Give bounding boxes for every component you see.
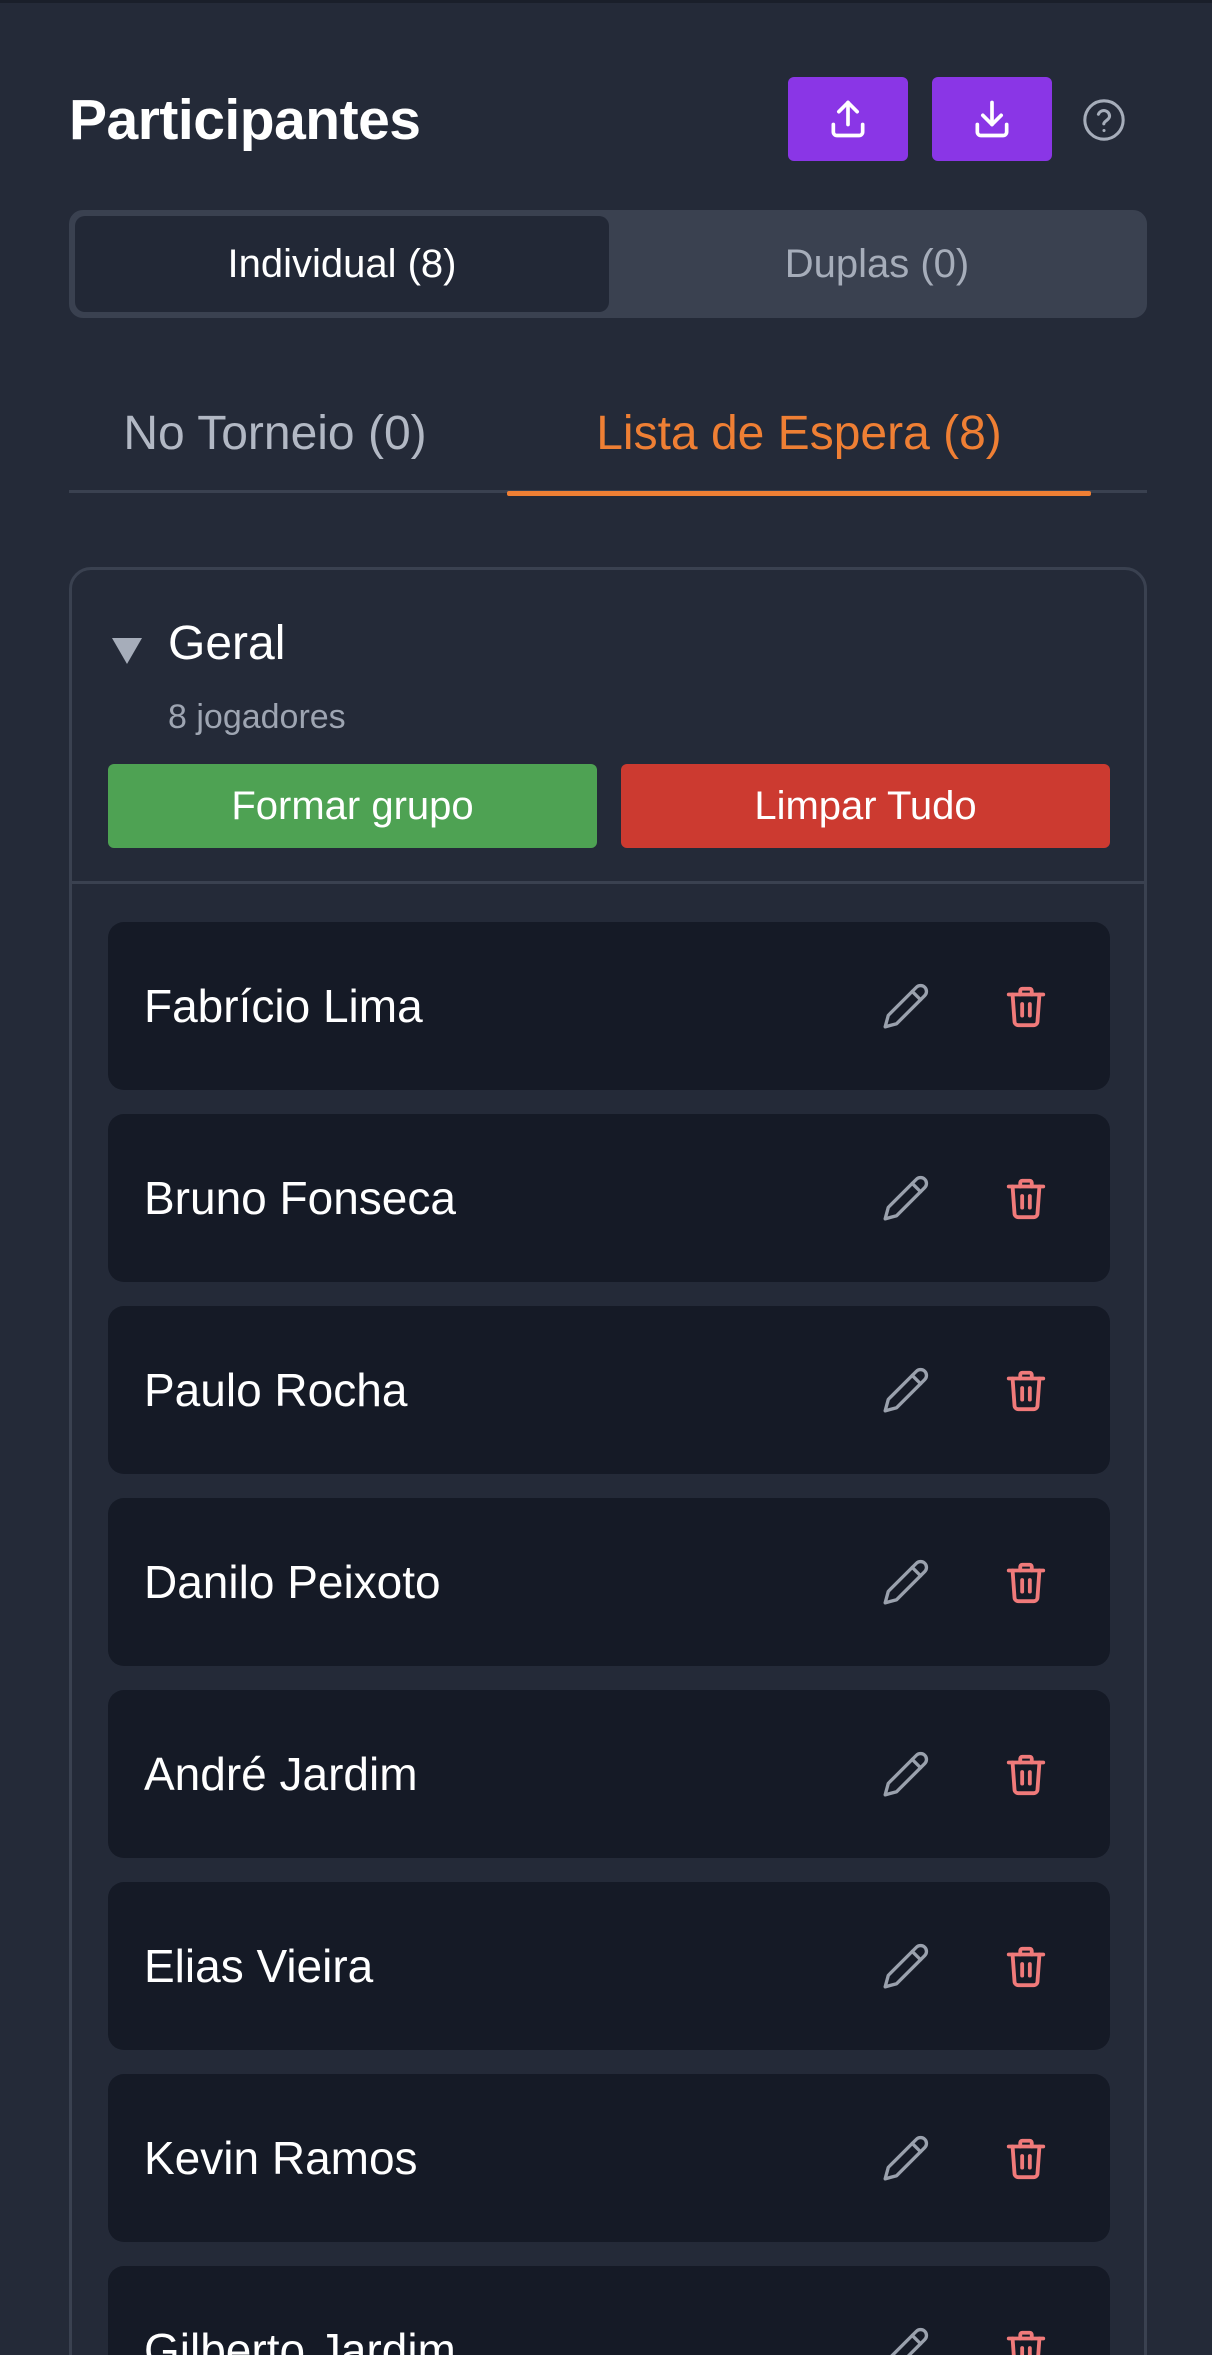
help-button[interactable] [1081, 97, 1127, 143]
tab-lista-de-espera[interactable]: Lista de Espera (8) [507, 373, 1091, 496]
edit-player-button[interactable] [876, 1744, 936, 1804]
player-name: Paulo Rocha [144, 1364, 408, 1416]
edit-player-button[interactable] [876, 2128, 936, 2188]
player-name: Bruno Fonseca [144, 1172, 456, 1224]
participant-tabs: No Torneio (0) Lista de Espera (8) [69, 373, 1147, 496]
player-row: Danilo Peixoto [108, 1498, 1110, 1666]
group-header: Geral 8 jogadores Formar grupo Limpar Tu… [72, 570, 1144, 884]
delete-player-button[interactable] [996, 1360, 1056, 1420]
group-card: Geral 8 jogadores Formar grupo Limpar Tu… [69, 567, 1147, 2355]
toggle-individual[interactable]: Individual (8) [75, 216, 609, 312]
panel-header: Participantes [69, 77, 1143, 161]
participants-panel: Participantes Individual (8) Duplas (0) … [0, 0, 1212, 2355]
player-name: Fabrício Lima [144, 980, 423, 1032]
trash-icon [1006, 2330, 1046, 2355]
player-row: André Jardim [108, 1690, 1110, 1858]
pencil-icon [883, 1559, 929, 1605]
collapse-caret-icon[interactable] [110, 632, 144, 666]
delete-player-button[interactable] [996, 976, 1056, 1036]
toggle-duplas[interactable]: Duplas (0) [610, 216, 1144, 312]
trash-icon [1006, 1562, 1046, 1604]
delete-player-button[interactable] [996, 1168, 1056, 1228]
player-name: Elias Vieira [144, 1940, 374, 1992]
player-name: André Jardim [144, 1748, 418, 1800]
player-name: Danilo Peixoto [144, 1556, 441, 1608]
group-player-count: 8 jogadores [168, 698, 346, 736]
pencil-icon [883, 1751, 929, 1797]
pencil-icon [883, 1367, 929, 1413]
edit-player-button[interactable] [876, 1360, 936, 1420]
player-row: Paulo Rocha [108, 1306, 1110, 1474]
delete-player-button[interactable] [996, 1552, 1056, 1612]
player-row: Gilberto Jardim [108, 2266, 1110, 2355]
player-name: Kevin Ramos [144, 2132, 418, 2184]
clear-all-button[interactable]: Limpar Tudo [621, 764, 1110, 848]
player-name: Gilberto Jardim [144, 2324, 456, 2355]
edit-player-button[interactable] [876, 1168, 936, 1228]
trash-icon [1006, 1754, 1046, 1796]
edit-player-button[interactable] [876, 2320, 936, 2355]
trash-icon [1006, 1946, 1046, 1988]
pencil-icon [883, 1943, 929, 1989]
pencil-icon [890, 2327, 929, 2355]
trash-icon [1006, 1178, 1046, 1220]
group-name: Geral [168, 617, 286, 670]
player-row: Fabrício Lima [108, 922, 1110, 1090]
download-button[interactable] [932, 77, 1052, 161]
pencil-icon [883, 2135, 929, 2181]
edit-player-button[interactable] [876, 1936, 936, 1996]
page-title: Participantes [69, 88, 421, 152]
upload-button[interactable] [788, 77, 908, 161]
pencil-icon [883, 1175, 929, 1221]
edit-player-button[interactable] [876, 976, 936, 1036]
mode-toggle: Individual (8) Duplas (0) [69, 210, 1147, 318]
download-icon [975, 100, 1009, 138]
player-row: Elias Vieira [108, 1882, 1110, 2050]
edit-player-button[interactable] [876, 1552, 936, 1612]
player-row: Kevin Ramos [108, 2074, 1110, 2242]
delete-player-button[interactable] [996, 1936, 1056, 1996]
trash-icon [1006, 986, 1046, 1028]
delete-player-button[interactable] [996, 2320, 1056, 2355]
delete-player-button[interactable] [996, 2128, 1056, 2188]
trash-icon [1006, 1370, 1046, 1412]
pencil-icon [883, 983, 929, 1029]
player-row: Bruno Fonseca [108, 1114, 1110, 1282]
delete-player-button[interactable] [996, 1744, 1056, 1804]
help-circle-icon [1083, 99, 1125, 141]
tab-no-torneio[interactable]: No Torneio (0) [69, 373, 481, 493]
trash-icon [1006, 2138, 1046, 2180]
upload-icon [831, 100, 865, 138]
form-group-button[interactable]: Formar grupo [108, 764, 597, 848]
